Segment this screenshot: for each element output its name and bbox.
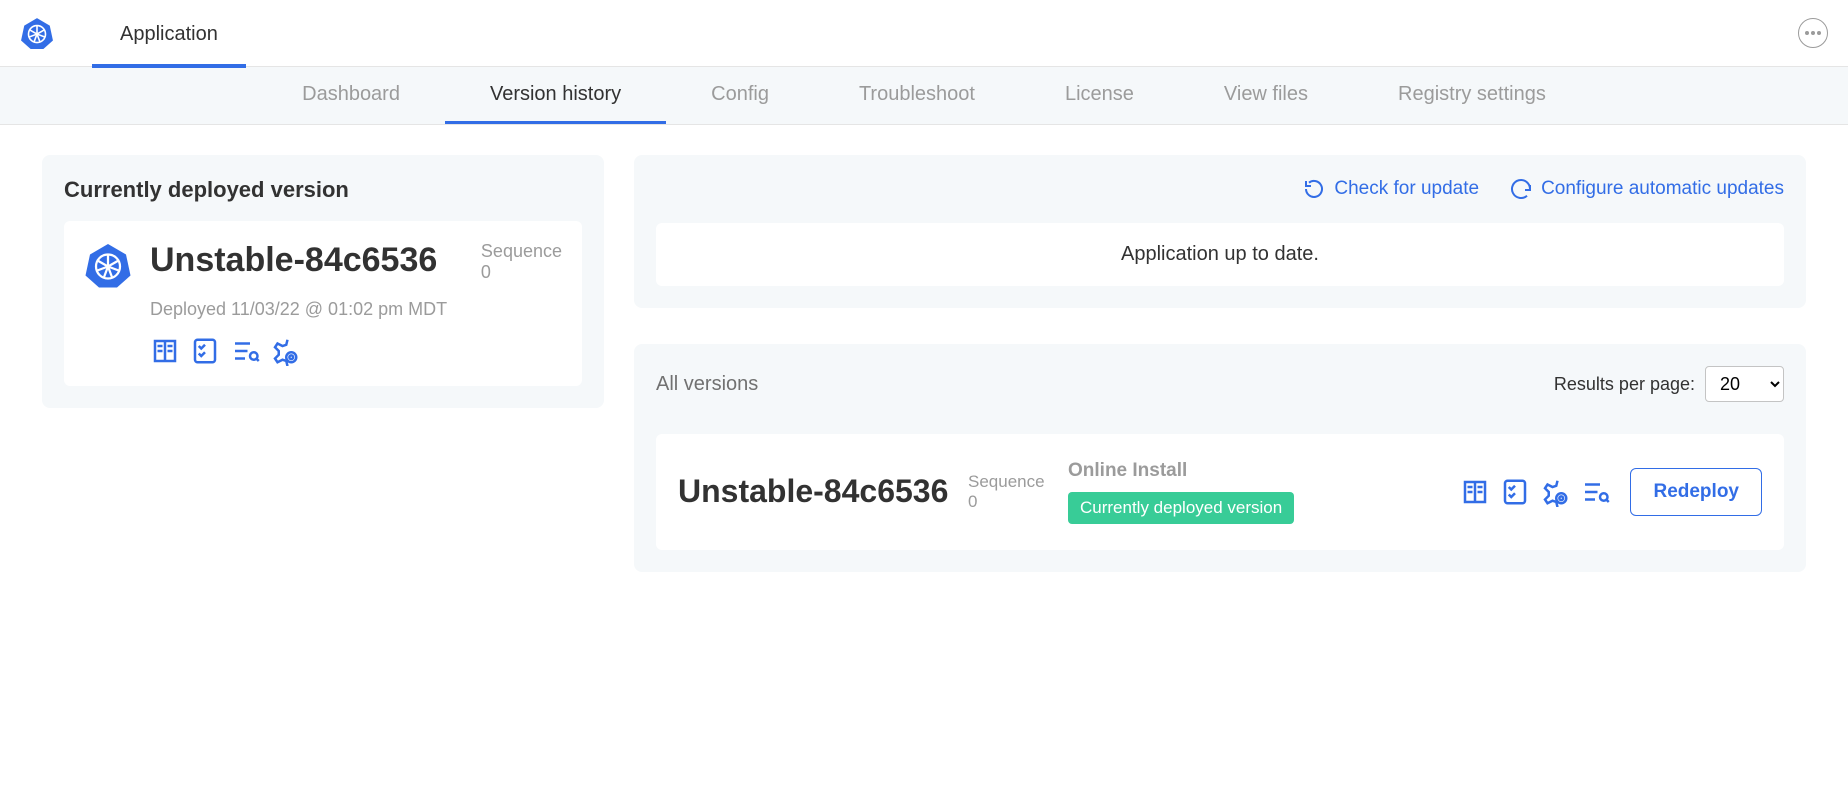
kubernetes-logo-icon	[84, 241, 132, 289]
config-icon[interactable]	[270, 336, 300, 366]
check-update-label: Check for update	[1334, 178, 1479, 200]
sub-nav: DashboardVersion historyConfigTroublesho…	[0, 67, 1848, 125]
all-versions-title: All versions	[656, 373, 758, 396]
configure-auto-updates-link[interactable]: Configure automatic updates	[1509, 177, 1784, 201]
version-badge: Currently deployed version	[1068, 492, 1294, 524]
version-row-sequence: Sequence 0	[968, 472, 1068, 512]
results-per-page-select[interactable]: 20	[1705, 366, 1784, 402]
kubernetes-logo-icon	[20, 16, 54, 50]
deployed-sequence: Sequence 0	[481, 241, 562, 283]
subnav-item-troubleshoot[interactable]: Troubleshoot	[814, 67, 1020, 124]
subnav-item-license[interactable]: License	[1020, 67, 1179, 124]
ellipsis-icon	[1805, 31, 1821, 35]
subnav-item-view-files[interactable]: View files	[1179, 67, 1353, 124]
results-per-page-label: Results per page:	[1554, 374, 1695, 395]
update-status-bar: Application up to date.	[656, 223, 1784, 286]
redeploy-button[interactable]: Redeploy	[1630, 468, 1762, 516]
check-for-update-link[interactable]: Check for update	[1302, 177, 1479, 201]
all-versions-panel: All versions Results per page: 20 Unstab…	[634, 344, 1806, 572]
app-tab[interactable]: Application	[92, 3, 246, 68]
subnav-item-config[interactable]: Config	[666, 67, 814, 124]
deployed-version-name: Unstable-84c6536	[150, 241, 437, 280]
sequence-label: Sequence	[968, 472, 1068, 492]
refresh-icon	[1302, 177, 1326, 201]
deploy-logs-icon[interactable]	[230, 336, 260, 366]
config-icon[interactable]	[1540, 477, 1570, 507]
subnav-item-dashboard[interactable]: Dashboard	[257, 67, 445, 124]
deployed-version-panel: Currently deployed version	[42, 155, 604, 408]
sequence-value: 0	[481, 262, 562, 283]
release-notes-icon[interactable]	[150, 336, 180, 366]
configure-updates-label: Configure automatic updates	[1541, 178, 1784, 200]
deploy-logs-icon[interactable]	[1580, 477, 1610, 507]
version-row: Unstable-84c6536 Sequence 0 Online Insta…	[656, 434, 1784, 550]
install-type: Online Install	[1068, 460, 1294, 482]
preflight-checks-icon[interactable]	[1500, 477, 1530, 507]
top-header: Application	[0, 0, 1848, 67]
sequence-value: 0	[968, 492, 1068, 512]
sync-icon	[1509, 177, 1533, 201]
more-menu-button[interactable]	[1798, 18, 1828, 48]
page-body: Currently deployed version	[0, 125, 1848, 602]
subnav-item-version-history[interactable]: Version history	[445, 67, 666, 124]
release-notes-icon[interactable]	[1460, 477, 1490, 507]
version-row-name: Unstable-84c6536	[678, 471, 968, 513]
sequence-label: Sequence	[481, 241, 562, 262]
deployed-version-card: Unstable-84c6536 Sequence 0 Deployed 11/…	[64, 221, 582, 386]
deployed-timestamp: Deployed 11/03/22 @ 01:02 pm MDT	[150, 299, 562, 320]
update-panel: Check for update Configure automatic upd…	[634, 155, 1806, 308]
subnav-item-registry-settings[interactable]: Registry settings	[1353, 67, 1591, 124]
preflight-checks-icon[interactable]	[190, 336, 220, 366]
deployed-panel-title: Currently deployed version	[64, 177, 582, 203]
